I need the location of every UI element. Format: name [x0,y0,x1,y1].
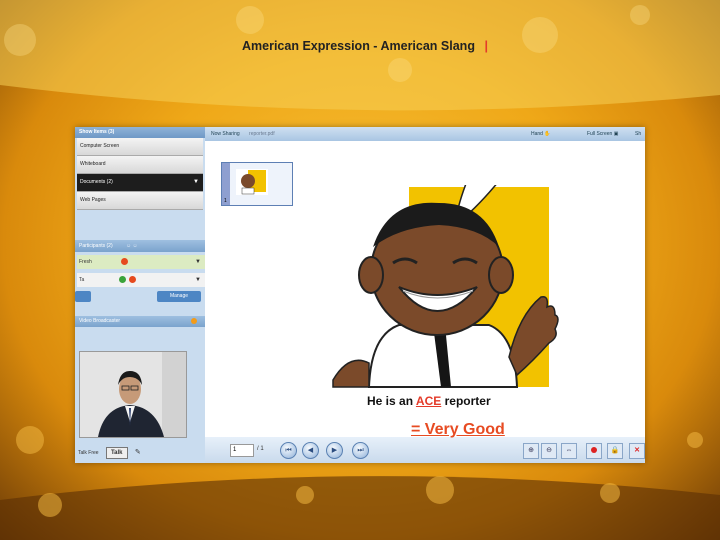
presenter-video-image [80,352,186,437]
lock-icon[interactable]: 🔒 [607,443,623,459]
zoom-in-icon[interactable]: ⊕ [523,443,539,459]
caption-suffix: reporter [444,394,491,408]
slide-meaning: = Very Good [411,421,505,438]
first-page-icon[interactable]: ⏮ [280,442,297,459]
talk-button[interactable]: Talk [105,447,128,459]
menu-item-label: Whiteboard [80,161,106,167]
chevron-down-icon[interactable]: ▼ [195,273,201,287]
participants-header: Participants (2) ☺ ☺ [75,240,209,252]
participant-row[interactable]: Ta ▼ [77,273,205,287]
document-stage: 1 [205,141,645,437]
page-total: / 1 [257,446,264,452]
fit-icon[interactable]: ⇔ [561,443,577,459]
participant-name: Ta [79,277,85,283]
participants-title: Participants (2) [79,243,113,249]
fullscreen-icon: ▣ [613,131,619,137]
slide-title: American Expression - American Slang | [242,39,488,53]
text-cursor: | [484,39,488,53]
slide-title-text: American Expression - American Slang [242,39,475,53]
status-icon [129,276,136,283]
mic-icon [119,276,126,283]
record-icon[interactable] [586,443,602,459]
hand-label: Hand [531,131,543,137]
video-header: Video Broadcaster [75,316,209,327]
play-icon[interactable]: ▶ [326,442,343,459]
microphone-icon[interactable]: ✎ [135,449,141,456]
hand-button[interactable]: Hand ✋ [531,127,551,141]
caption-highlight: ACE [415,394,442,408]
now-sharing-label: Now Sharing [211,131,240,137]
obama-cartoon-image [332,180,559,388]
menu-item-computer-screen[interactable]: Computer Screen [77,138,203,156]
slide-thumbnail[interactable]: 1 [221,162,293,206]
participant-name: Fresh [79,259,92,265]
menu-item-label: Documents (2) [80,179,113,185]
close-icon[interactable]: ✕ [629,443,645,459]
comic-illustration [329,180,589,408]
hand-icon: ✋ [544,131,551,137]
left-panel: Show Items (3) Computer Screen Whiteboar… [75,127,209,463]
last-page-icon[interactable]: ⏭ [352,442,369,459]
people-icon: ☺ ☺ [126,243,138,249]
show-items-header: Show Items (3) [75,127,205,138]
caption-prefix: He is an [367,394,414,408]
slide-caption: He is an ACE reporter [367,394,491,408]
chevron-down-icon[interactable]: ▼ [195,255,201,269]
zoom-out-icon[interactable]: ⊖ [541,443,557,459]
menu-item-documents[interactable]: Documents (2) ▼ [77,174,203,192]
webcam-video [79,351,187,438]
fullscreen-label: Full Screen [587,131,613,137]
talk-label: Talk Free [78,450,99,456]
thumbnail-image [236,169,268,195]
menu-item-label: Computer Screen [80,143,120,149]
participant-row[interactable]: Fresh ▼ [77,255,205,269]
menu-item-web-pages[interactable]: Web Pages [77,192,203,210]
thumbnail-number: 1 [224,198,227,204]
broadcast-icon [191,318,197,324]
top-bar: Now Sharing reporter.pdf Hand ✋ Full Scr… [205,127,645,141]
manage-button[interactable]: Manage [157,291,201,302]
menu-item-whiteboard[interactable]: Whiteboard [77,156,203,174]
bottom-toolbar: 1 / 1 ⏮ ◀ ▶ ⏭ ⊕ ⊖ ⇔ 🔒 ✕ [205,437,645,463]
page-number-input[interactable]: 1 [230,444,254,457]
shared-file-name: reporter.pdf [249,131,275,137]
share-button[interactable]: Sh [635,127,641,141]
video-title: Video Broadcaster [79,318,121,324]
status-icon [121,258,128,265]
chevron-down-icon[interactable]: ▼ [193,174,199,191]
talk-footer: Talk Free Talk ✎ [75,443,208,463]
menu-item-label: Web Pages [80,197,106,203]
fullscreen-button[interactable]: Full Screen ▣ [587,127,618,141]
prev-page-icon[interactable]: ◀ [302,442,319,459]
screenshot-window: Show Items (3) Computer Screen Whiteboar… [75,127,645,463]
action-button[interactable] [75,291,91,302]
